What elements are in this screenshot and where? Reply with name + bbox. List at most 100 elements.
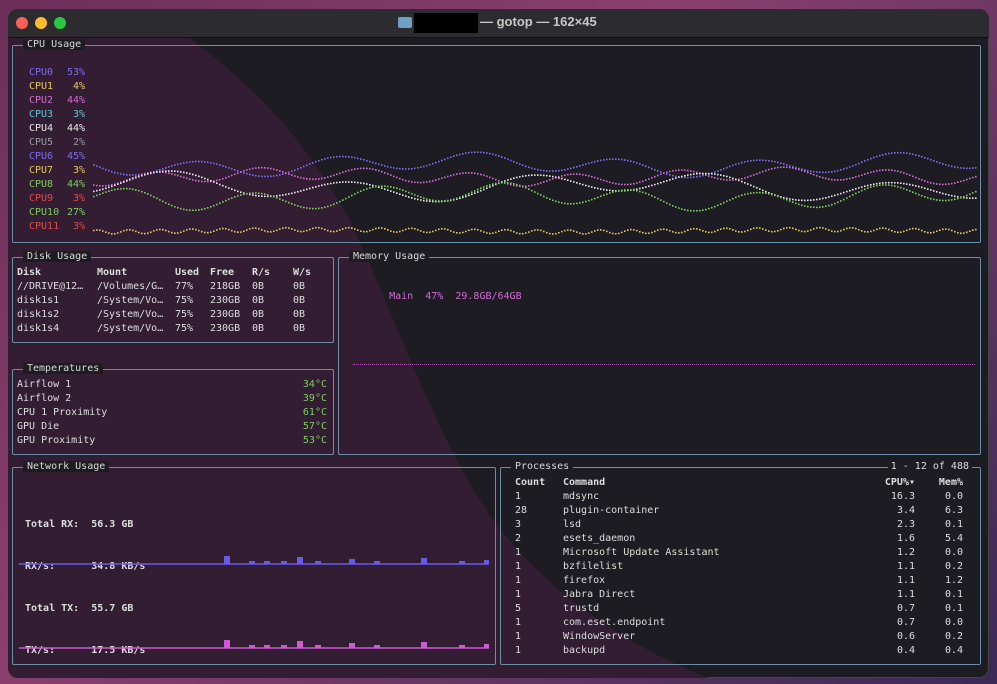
cpu-graph-dot	[186, 229, 188, 231]
process-row[interactable]: 5 trustd 0.7 0.1	[515, 602, 975, 616]
process-row[interactable]: 2 esets_daemon 1.6 5.4	[515, 532, 975, 546]
minimize-button[interactable]	[35, 17, 47, 29]
process-cell: 1	[515, 561, 522, 572]
cpu-graph-dot	[894, 185, 896, 187]
disk-cell: 0B	[293, 295, 306, 306]
process-row[interactable]: 3 lsd 2.3 0.1	[515, 518, 975, 532]
cpu-graph-dot	[801, 199, 803, 202]
process-row[interactable]: 1 backupd 0.4 0.4	[515, 644, 975, 658]
cpu-graph-dot	[954, 195, 956, 198]
cpu-graph-dot	[492, 153, 494, 156]
cpu-graph-dot	[207, 178, 209, 181]
cpu-graph-dot	[372, 186, 374, 188]
cpu-graph-dot	[912, 184, 914, 186]
cpu-graph-dot	[555, 176, 557, 178]
cpu-graph-dot	[489, 152, 491, 155]
cpu-graph-dot	[954, 198, 956, 201]
cpu-graph-dot	[408, 180, 410, 183]
cpu-graph-dot	[696, 173, 698, 175]
cpu-graph-dot	[267, 175, 269, 178]
cpu-graph-dot	[756, 227, 758, 229]
cpu-graph-dot	[561, 202, 563, 204]
cpu-graph-dot	[555, 200, 557, 203]
close-button[interactable]	[16, 17, 28, 29]
cpu-graph-dot	[204, 207, 206, 210]
process-table[interactable]: Count Command CPU%▾ Mem% 1 mdsync 16.3 0.0 28 plu…	[515, 476, 975, 658]
cpu-graph-dot	[327, 176, 329, 178]
cpu-graph-dot	[447, 228, 449, 231]
cpu-graph-dot	[300, 176, 302, 179]
cpu-graph-dot	[147, 193, 149, 195]
cpu-graph-dot	[594, 230, 596, 232]
cpu-graph-dot	[282, 173, 284, 175]
cpu-graph-dot	[840, 179, 842, 181]
cpu-graph-dot	[768, 230, 770, 232]
disk-cell: 0B	[252, 309, 265, 320]
cpu-graph-dot	[957, 181, 959, 183]
cpu-graph-dot	[612, 232, 614, 235]
cpu-graph-dot	[651, 231, 653, 234]
disk-cell: /System/Vo…	[97, 295, 164, 306]
cpu-graph-dot	[681, 175, 683, 178]
process-row[interactable]: 1 bzfilelist 1.1 0.2	[515, 560, 975, 574]
cpu-graph-dot	[333, 203, 335, 206]
process-row[interactable]: 28 plugin-container 3.4 6.3	[515, 504, 975, 518]
cpu-graph-dot	[264, 193, 266, 195]
process-row[interactable]: 1 WindowServer 0.6 0.2	[515, 630, 975, 644]
cpu-graph-dot	[939, 199, 941, 202]
cpu-graph-dot	[579, 182, 581, 185]
process-row[interactable]: 1 firefox 1.1 1.2	[515, 574, 975, 588]
cpu-graph-dot	[534, 229, 536, 231]
cpu-graph-dot	[612, 189, 614, 192]
cpu-graph-dot	[300, 206, 302, 208]
cpu-graph-dot	[165, 171, 167, 174]
cpu-graph-dot	[114, 188, 116, 191]
cpu-graph-dot	[162, 200, 164, 203]
cpu-graph-dot	[360, 182, 362, 184]
cpu-graph-dot	[195, 160, 197, 163]
cpu-graph-dot	[693, 170, 695, 173]
cpu-graph-dot	[804, 199, 806, 202]
cpu-graph-dot	[420, 181, 422, 184]
cpu-graph-dot	[864, 173, 866, 175]
process-row[interactable]: 1 Microsoft Update Assistant 1.2 0.0	[515, 546, 975, 560]
cpu-graph-dot	[264, 195, 266, 198]
process-row[interactable]: 1 mdsync 16.3 0.0	[515, 490, 975, 504]
cpu-graph-dot	[699, 209, 701, 212]
cpu-graph-dot	[441, 228, 443, 230]
cpu-graph-dot	[372, 161, 374, 164]
cpu-graph-dot	[792, 167, 794, 169]
cpu-graph-dot	[585, 233, 587, 235]
cpu-graph-dot	[318, 207, 320, 210]
cpu-graph-dot	[705, 208, 707, 211]
cpu-graph-dot	[453, 174, 455, 176]
cpu-graph-dot	[192, 179, 194, 181]
cpu-graph-dot	[660, 171, 662, 173]
cpu-graph-dot	[375, 227, 377, 230]
tx-graph-bar	[459, 645, 465, 648]
cpu-graph-dot	[711, 173, 713, 175]
cpu-graph-dot	[345, 227, 347, 229]
cpu-graph-dot	[237, 195, 239, 197]
cpu-graph-dot	[588, 175, 590, 177]
process-header-row[interactable]: Count Command CPU%▾ Mem%	[515, 476, 975, 490]
cpu-graph-dot	[354, 228, 356, 230]
process-row[interactable]: 1 com.eset.endpoint 0.7 0.0	[515, 616, 975, 630]
cpu-graph-dot	[909, 152, 911, 155]
cpu-graph-dot	[207, 161, 209, 164]
cpu-graph-dot	[255, 194, 257, 197]
cpu-graph-dot	[888, 228, 890, 231]
process-row[interactable]: 1 Jabra Direct 1.1 0.1	[515, 588, 975, 602]
disk-cell: Disk	[17, 267, 42, 278]
cpu-graph-dot	[672, 174, 674, 177]
cpu-graph-dot	[276, 229, 278, 232]
cpu-graph-dot	[933, 198, 935, 201]
cpu-graph-dot	[969, 193, 971, 196]
cpu-graph-dot	[150, 172, 152, 175]
maximize-button[interactable]	[54, 17, 66, 29]
process-cell: 0.1	[944, 589, 963, 600]
cpu-graph-dot	[570, 203, 572, 205]
processes-panel-title: Processes	[511, 461, 574, 472]
cpu-graph-dot	[867, 184, 869, 187]
cpu-graph-dot	[315, 160, 317, 163]
